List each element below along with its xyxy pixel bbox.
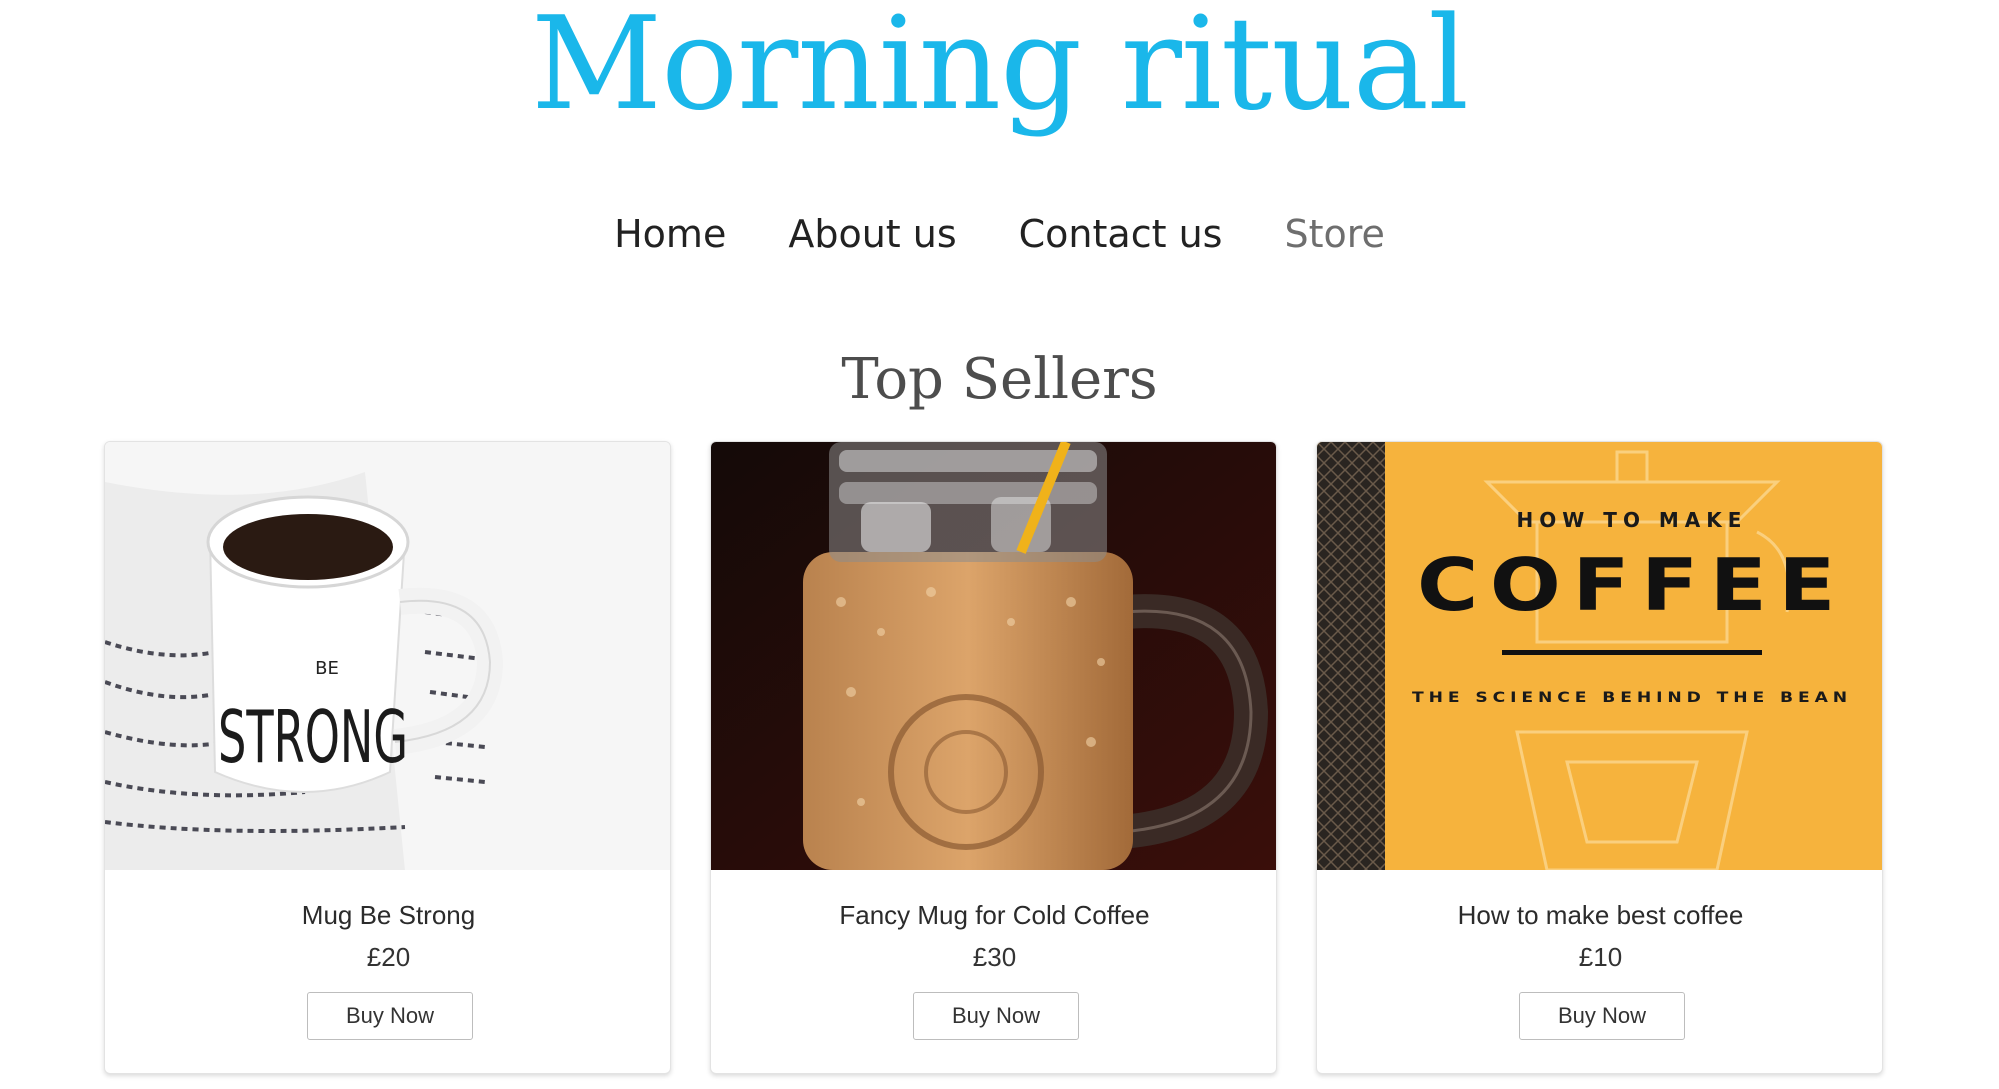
product-price: £30: [972, 942, 1017, 972]
book-title-line1: HOW TO MAKE: [1517, 508, 1748, 532]
mug-text-large: STRONG: [218, 695, 408, 779]
buy-now-button[interactable]: Buy Now: [1519, 992, 1685, 1040]
product-card: BE STRONG Mug Be Strong £20 Buy Now: [104, 441, 671, 1074]
mug-text-small: BE: [315, 658, 339, 679]
product-image-cold-coffee-jar[interactable]: [711, 442, 1276, 870]
product-image-mug[interactable]: BE STRONG: [105, 442, 670, 870]
product-name: Mug Be Strong: [301, 900, 476, 930]
nav-contact-us[interactable]: Contact us: [1019, 210, 1223, 258]
book-title-line2: COFFEE: [1417, 543, 1847, 627]
nav-home[interactable]: Home: [614, 210, 726, 258]
section-heading: Top Sellers: [841, 347, 1158, 412]
product-card: HOW TO MAKE COFFEE THE SCIENCE BEHIND TH…: [1316, 441, 1883, 1074]
nav-about-us[interactable]: About us: [788, 210, 956, 258]
buy-now-button[interactable]: Buy Now: [913, 992, 1079, 1040]
site-title: Morning ritual: [531, 0, 1469, 139]
nav-store[interactable]: Store: [1284, 210, 1384, 258]
product-name: Fancy Mug for Cold Coffee: [839, 900, 1150, 930]
main-nav: Home About us Contact us Store: [0, 210, 1999, 258]
product-name: How to make best coffee: [1457, 900, 1744, 930]
product-price: £20: [366, 942, 411, 972]
book-subtitle: THE SCIENCE BEHIND THE BEAN: [1412, 690, 1852, 706]
product-grid: BE STRONG Mug Be Strong £20 Buy Now Fanc…: [104, 441, 1893, 1074]
buy-now-button[interactable]: Buy Now: [307, 992, 473, 1040]
product-price: £10: [1578, 942, 1623, 972]
product-image-coffee-book[interactable]: HOW TO MAKE COFFEE THE SCIENCE BEHIND TH…: [1317, 442, 1882, 870]
product-card: Fancy Mug for Cold Coffee £30 Buy Now: [710, 441, 1277, 1074]
